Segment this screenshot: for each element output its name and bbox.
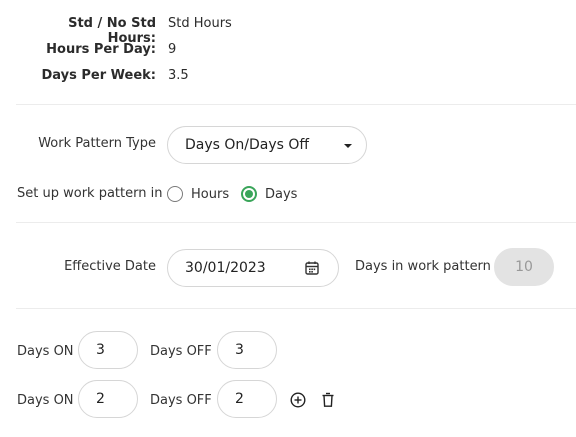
days-in-pattern-label: Days in work pattern xyxy=(355,259,491,274)
radio-hours-option[interactable]: Hours xyxy=(167,186,229,202)
work-pattern-type-label: Work Pattern Type xyxy=(38,136,156,151)
std-hours-value: Std Hours xyxy=(168,16,232,31)
days-on-label: Days ON xyxy=(17,344,74,359)
radio-days-label: Days xyxy=(265,186,298,202)
divider xyxy=(16,308,576,309)
days-in-pattern-value: 10 xyxy=(494,248,554,286)
days-on-label: Days ON xyxy=(17,393,74,408)
days-off-input[interactable]: 3 xyxy=(217,331,277,369)
work-pattern-type-value: Days On/Days Off xyxy=(185,137,310,153)
days-off-label: Days OFF xyxy=(150,344,212,359)
radio-days[interactable] xyxy=(241,186,257,202)
caret-down-icon xyxy=(344,144,352,148)
radio-hours[interactable] xyxy=(167,186,183,202)
effective-date-input[interactable]: 30/01/2023 xyxy=(167,249,339,287)
effective-date-value: 30/01/2023 xyxy=(185,260,266,276)
divider xyxy=(16,222,576,223)
days-on-input[interactable]: 2 xyxy=(78,380,138,418)
work-pattern-type-select[interactable]: Days On/Days Off xyxy=(167,126,367,164)
radio-days-option[interactable]: Days xyxy=(241,186,297,202)
days-off-label: Days OFF xyxy=(150,393,212,408)
hours-per-day-value: 9 xyxy=(168,42,177,57)
effective-date-label: Effective Date xyxy=(64,259,156,274)
divider xyxy=(16,104,576,105)
trash-icon[interactable] xyxy=(319,391,337,409)
radio-hours-label: Hours xyxy=(191,186,230,202)
hours-per-day-label: Hours Per Day: xyxy=(46,42,156,57)
calendar-icon[interactable] xyxy=(304,260,320,276)
plus-circle-icon[interactable] xyxy=(289,391,307,409)
days-per-week-label: Days Per Week: xyxy=(41,68,156,83)
days-off-input[interactable]: 2 xyxy=(217,380,277,418)
days-per-week-value: 3.5 xyxy=(168,68,189,83)
days-on-input[interactable]: 3 xyxy=(78,331,138,369)
setup-pattern-label: Set up work pattern in xyxy=(17,186,163,201)
